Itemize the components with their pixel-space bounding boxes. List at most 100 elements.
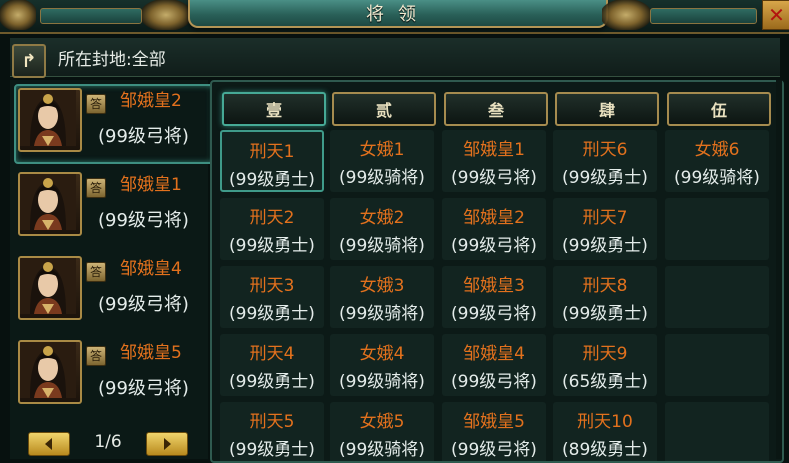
slot-hero-level: (99级骑将) [339,440,425,460]
slot-hero-name: 邹娥皇3 [463,276,525,296]
hero-name: 邹娥皇1 [120,175,182,195]
slot-hero-name: 女娥6 [694,140,740,160]
slot-hero-name: 刑天5 [249,412,295,432]
right-arrow-icon [164,438,171,450]
territory-filter-label[interactable]: 所在封地:全部 [58,45,166,70]
formation-slot[interactable]: 女娥4 (99级骑将) [330,334,434,396]
slot-hero-name: 刑天2 [249,208,295,228]
slot-hero-name: 女娥5 [359,412,405,432]
formation-slot[interactable]: 刑天6 (99级勇士) [553,130,657,192]
formation-slot[interactable]: 女娥3 (99级骑将) [330,266,434,328]
formation-slot[interactable]: 刑天2 (99级勇士) [220,198,324,260]
slot-hero-level: (99级弓将) [451,168,537,188]
hero-portrait[interactable] [18,88,82,152]
slot-hero-level: (89级勇士) [562,440,648,460]
left-arrow-icon [45,438,52,450]
hero-status-badge: 答 [86,94,106,114]
slot-hero-level: (65级勇士) [562,372,648,392]
slot-hero-name: 邹娥皇1 [463,140,525,160]
slot-hero-level: (99级骑将) [339,372,425,392]
cloud-ornament-icon [142,0,190,30]
hero-name: 邹娥皇5 [120,343,182,363]
close-button[interactable]: ✕ [762,0,789,30]
slot-hero-level: (99级弓将) [451,304,537,324]
slot-hero-name: 刑天3 [249,276,295,296]
corner-ornament-icon [0,0,36,30]
formation-slot[interactable]: 邹娥皇5 (99级弓将) [442,402,546,461]
formation-slot[interactable]: 刑天7 (99级勇士) [553,198,657,260]
formation-slot[interactable]: 刑天9 (65级勇士) [553,334,657,396]
hero-level: (99级弓将) [98,210,189,231]
slot-hero-level: (99级骑将) [339,236,425,256]
formation-slot[interactable]: 刑天8 (99级勇士) [553,266,657,328]
slot-hero-level: (99级弓将) [451,236,537,256]
slot-hero-level: (99级勇士) [229,440,315,460]
prev-page-button[interactable] [28,432,70,456]
page-title: 将领 [366,4,430,25]
hero-portrait[interactable] [18,172,82,236]
hero-card[interactable]: 答 邹娥皇1 (99级弓将) [16,172,208,250]
filter-bar: ↱ 所在封地:全部 [10,38,780,78]
formation-slot[interactable] [665,334,769,396]
slot-hero-name: 邹娥皇5 [463,412,525,432]
next-page-button[interactable] [146,432,188,456]
column-tab[interactable]: 壹 [222,92,326,126]
formation-slot[interactable]: 女娥5 (99级骑将) [330,402,434,461]
pager: 1/6 [28,430,198,458]
hero-list: 答 邹娥皇2 (99级弓将) 答 邹娥皇1 (99级弓将) 答 邹娥皇4 (99… [10,80,214,459]
formation-slot[interactable]: 刑天1 (99级勇士) [220,130,324,192]
column-tab[interactable]: 肆 [555,92,659,126]
formation-slot[interactable]: 刑天5 (99级勇士) [220,402,324,461]
hero-portrait[interactable] [18,340,82,404]
slot-hero-name: 女娥3 [359,276,405,296]
formation-slot[interactable]: 刑天4 (99级勇士) [220,334,324,396]
formation-slot[interactable]: 女娥6 (99级骑将) [665,130,769,192]
slot-hero-name: 女娥4 [359,344,405,364]
slot-hero-name: 刑天1 [249,142,295,162]
hero-status-badge: 答 [86,346,106,366]
slot-hero-name: 刑天9 [582,344,628,364]
hero-status-badge: 答 [86,262,106,282]
formation-slot[interactable] [665,198,769,260]
cloud-ornament-icon [602,0,650,30]
column-tab[interactable]: 叁 [444,92,548,126]
formation-slot[interactable]: 邹娥皇2 (99级弓将) [442,198,546,260]
formation-slot[interactable] [665,402,769,461]
page-indicator: 1/6 [94,432,122,452]
slot-hero-name: 女娥1 [359,140,405,160]
title-plate: 将领 [188,0,608,28]
column-tab[interactable]: 贰 [332,92,436,126]
hero-card[interactable]: 答 邹娥皇2 (99级弓将) [14,84,214,166]
formation-slot[interactable]: 刑天10 (89级勇士) [553,402,657,461]
slot-hero-level: (99级勇士) [229,170,315,190]
formation-slot[interactable]: 女娥2 (99级骑将) [330,198,434,260]
hero-card[interactable]: 答 邹娥皇4 (99级弓将) [16,256,208,334]
slot-hero-level: (99级勇士) [562,168,648,188]
hero-level: (99级弓将) [98,294,189,315]
slot-hero-name: 刑天4 [249,344,295,364]
hero-name: 邹娥皇2 [120,91,182,111]
back-button[interactable]: ↱ [12,44,46,78]
slot-hero-level: (99级骑将) [339,168,425,188]
formation-grid: 壹贰叁肆伍 刑天1 (99级勇士) 女娥1 (99级骑将) 邹娥皇1 (99级弓… [210,80,784,463]
title-bar: 将领 ✕ [0,0,789,34]
formation-slot[interactable]: 女娥1 (99级骑将) [330,130,434,192]
column-tab[interactable]: 伍 [667,92,771,126]
hero-card[interactable]: 答 邹娥皇5 (99级弓将) [16,340,208,418]
formation-slot[interactable]: 刑天3 (99级勇士) [220,266,324,328]
slot-hero-level: (99级骑将) [674,168,760,188]
hero-level: (99级弓将) [98,126,189,147]
slot-hero-level: (99级弓将) [451,440,537,460]
scrollbar[interactable] [776,80,782,459]
slot-hero-name: 女娥2 [359,208,405,228]
slot-hero-level: (99级勇士) [229,236,315,256]
formation-slot[interactable]: 邹娥皇3 (99级弓将) [442,266,546,328]
slot-hero-level: (99级勇士) [229,372,315,392]
slot-hero-level: (99级弓将) [451,372,537,392]
formation-slot[interactable]: 邹娥皇4 (99级弓将) [442,334,546,396]
formation-slot[interactable] [665,266,769,328]
slot-hero-level: (99级勇士) [229,304,315,324]
hero-portrait[interactable] [18,256,82,320]
formation-slot[interactable]: 邹娥皇1 (99级弓将) [442,130,546,192]
slot-hero-level: (99级勇士) [562,304,648,324]
